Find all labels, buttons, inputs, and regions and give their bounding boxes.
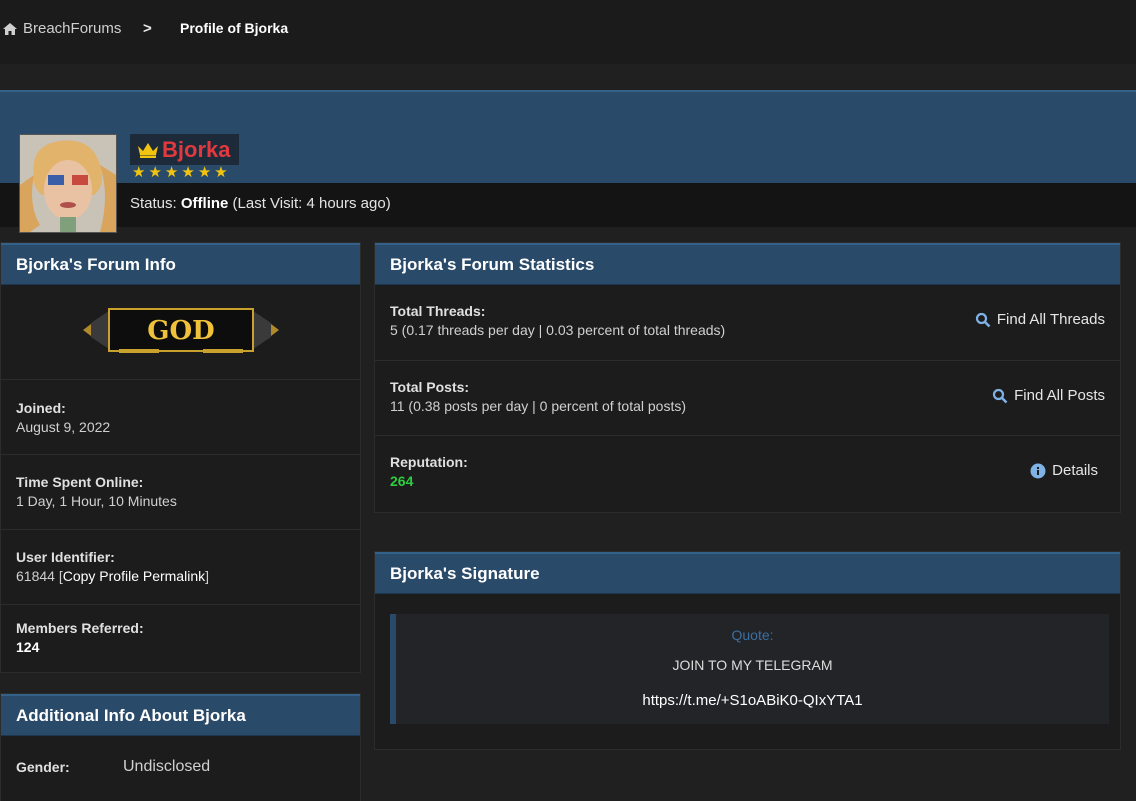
referred-row: Members Referred: 124	[1, 604, 360, 670]
signature-quote: Quote: JOIN TO MY TELEGRAM https://t.me/…	[390, 614, 1109, 724]
gender-value: Undisclosed	[123, 757, 211, 775]
posts-row: Total Posts: 11 (0.38 posts per day | 0 …	[375, 360, 1120, 435]
quote-title: Quote:	[731, 627, 774, 643]
rank-badge: GOD	[83, 308, 279, 353]
username-badge: Bjorka	[130, 134, 239, 165]
star-icon: ★	[164, 164, 179, 181]
home-icon	[3, 22, 17, 35]
reputation-label: Reputation:	[390, 454, 468, 470]
star-icon: ★	[148, 164, 162, 181]
find-all-threads-label: Find All Threads	[996, 311, 1105, 328]
status-value: Offline	[180, 195, 229, 212]
copy-permalink-link[interactable]: Copy Profile Permalink	[63, 568, 205, 584]
status-line: Status: Offline (Last Visit: 4 hours ago…	[130, 195, 391, 212]
time-online-row: Time Spent Online: 1 Day, 1 Hour, 10 Min…	[1, 454, 360, 529]
status-detail: (Last Visit: 4 hours ago)	[232, 195, 391, 212]
find-all-posts-button[interactable]: Find All Posts	[992, 387, 1105, 404]
time-online-label: Time Spent Online:	[16, 474, 144, 490]
status-label: Status:	[130, 195, 177, 212]
star-icon: ★	[132, 164, 146, 181]
search-icon	[993, 388, 1008, 403]
referred-label: Members Referred:	[16, 620, 144, 636]
star-icon: ★	[214, 164, 228, 181]
additional-info-panel: Additional Info About Bjorka Gender: Und…	[0, 693, 361, 801]
reputation-row: Reputation: 264 Details	[375, 435, 1120, 510]
gender-label: Gender:	[16, 758, 70, 775]
signature-panel: Bjorka's Signature Quote: JOIN TO MY TEL…	[374, 551, 1121, 750]
crown-icon	[138, 143, 158, 158]
breadcrumb: BreachForums > Profile of Bjorka	[0, 0, 1136, 64]
gender-row: Gender: Undisclosed	[1, 739, 359, 794]
signature-text: JOIN TO MY TELEGRAM	[672, 657, 833, 673]
additional-info-title: Additional Info About Bjorka	[1, 694, 360, 736]
avatar	[19, 134, 117, 233]
joined-value: August 9, 2022	[16, 419, 111, 435]
breadcrumb-current: Profile of Bjorka	[180, 20, 289, 36]
statistics-panel: Bjorka's Forum Statistics Total Threads:…	[374, 242, 1121, 513]
find-all-posts-label: Find All Posts	[1014, 387, 1105, 404]
rank-stars: ★ ★ ★ ★ ★ ★	[132, 165, 228, 181]
user-id-row: User Identifier: 61844 [Copy Profile Per…	[1, 529, 360, 604]
breadcrumb-home-label: BreachForums	[23, 20, 122, 37]
info-icon	[1030, 463, 1046, 478]
user-id-label: User Identifier:	[16, 549, 115, 565]
referred-value: 124	[16, 639, 40, 655]
reputation-value: 264	[390, 473, 414, 489]
breadcrumb-home-link[interactable]: BreachForums	[2, 20, 121, 37]
star-icon: ★	[181, 164, 195, 181]
signature-title: Bjorka's Signature	[375, 552, 1120, 594]
statistics-title: Bjorka's Forum Statistics	[375, 243, 1120, 285]
forum-info-title: Bjorka's Forum Info	[1, 243, 360, 285]
rank-badge-text: GOD	[147, 316, 214, 346]
time-online-value: 1 Day, 1 Hour, 10 Minutes	[16, 493, 177, 509]
joined-label: Joined:	[16, 400, 66, 416]
bracket-close: ]	[205, 568, 209, 584]
threads-row: Total Threads: 5 (0.17 threads per day |…	[375, 285, 1120, 360]
find-all-threads-button[interactable]: Find All Threads	[975, 311, 1105, 328]
forum-info-panel: Bjorka's Forum Info GOD Joined: August 9…	[0, 242, 361, 673]
reputation-details-button[interactable]: Details	[1030, 462, 1098, 479]
user-id-value: 61844	[16, 568, 55, 584]
breadcrumb-separator: >	[143, 20, 152, 37]
reputation-details-label: Details	[1052, 462, 1098, 479]
signature-link[interactable]: https://t.me/+S1oABiK0-QIxYTA1	[396, 692, 1109, 709]
star-icon: ★	[197, 164, 212, 181]
rank-badge-row: GOD	[1, 285, 360, 379]
username: Bjorka	[162, 136, 231, 162]
joined-row: Joined: August 9, 2022	[1, 379, 360, 454]
user-id-value-line: 61844 [Copy Profile Permalink]	[16, 568, 360, 584]
search-icon	[975, 312, 991, 327]
